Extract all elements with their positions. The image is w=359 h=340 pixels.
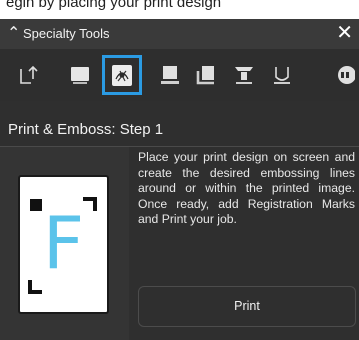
specialty-tools-panel: ⌃ Specialty Tools ✕ Print & Emboss: Step… [0, 19, 359, 340]
design-preview: F [0, 147, 129, 340]
step-description: Place your print design on screen and cr… [138, 150, 355, 226]
tool-perforate[interactable] [262, 55, 302, 95]
tool-wave[interactable] [186, 55, 226, 95]
close-icon[interactable]: ✕ [336, 20, 353, 45]
tool-print-emboss[interactable] [102, 55, 142, 95]
preview-card: F [18, 175, 109, 314]
deboss-block-icon [71, 67, 89, 84]
step-title: Print & Emboss: Step 1 [8, 121, 164, 138]
tool-strip [0, 49, 359, 101]
more-tool-icon [338, 66, 355, 84]
perforate-tool-icon [274, 67, 290, 84]
tool-engrave[interactable] [8, 55, 48, 95]
tool-deboss[interactable] [60, 55, 100, 95]
tool-emboss-stand[interactable] [150, 55, 190, 95]
foil-tool-icon [235, 67, 253, 84]
tool-more[interactable] [328, 55, 358, 95]
top-strip: egin by placing your print design [0, 0, 359, 20]
tool-foil[interactable] [224, 55, 264, 95]
engrave-arrow-icon [20, 65, 38, 84]
top-strip-text: egin by placing your print design [6, 0, 222, 11]
wave-tool-icon [196, 66, 214, 85]
preview-letter: F [42, 201, 85, 285]
print-emboss-icon [112, 65, 132, 86]
collapse-caret-icon[interactable]: ⌃ [7, 23, 20, 43]
print-button[interactable]: Print [138, 286, 356, 327]
emboss-stand-icon [161, 66, 179, 84]
panel-title: Specialty Tools [23, 26, 110, 41]
panel-header: ⌃ Specialty Tools ✕ [0, 19, 359, 49]
